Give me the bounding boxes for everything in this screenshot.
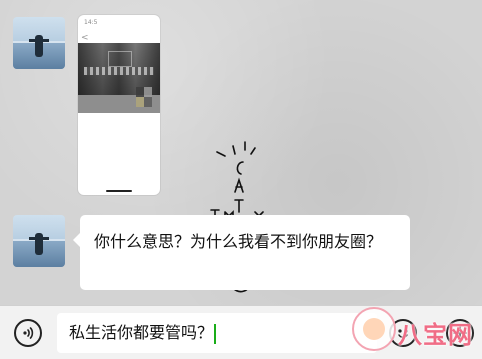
voice-icon xyxy=(23,327,34,339)
watermark-text: 八宝网 xyxy=(398,321,473,349)
image-status-time: 14:5 xyxy=(84,19,98,26)
text-message-content: 你什么意思？为什么我看不到你朋友圈？ xyxy=(94,232,383,251)
message-input[interactable]: 私生活你都要管吗？ xyxy=(57,313,377,353)
voice-button[interactable] xyxy=(14,319,42,347)
image-back-glyph: < xyxy=(81,33,89,43)
image-home-indicator xyxy=(106,190,132,192)
image-pixel-sticker xyxy=(136,87,152,107)
watermark-logo-icon xyxy=(352,307,396,351)
image-message[interactable]: 14:5 < xyxy=(78,15,160,195)
text-caret xyxy=(214,323,217,344)
contact-avatar[interactable] xyxy=(13,17,65,69)
text-message-bubble[interactable]: 你什么意思？为什么我看不到你朋友圈？ xyxy=(73,215,410,290)
contact-avatar[interactable] xyxy=(13,215,65,267)
site-watermark: 八宝网 xyxy=(350,305,482,358)
message-input-value: 私生活你都要管吗？ xyxy=(69,323,214,342)
